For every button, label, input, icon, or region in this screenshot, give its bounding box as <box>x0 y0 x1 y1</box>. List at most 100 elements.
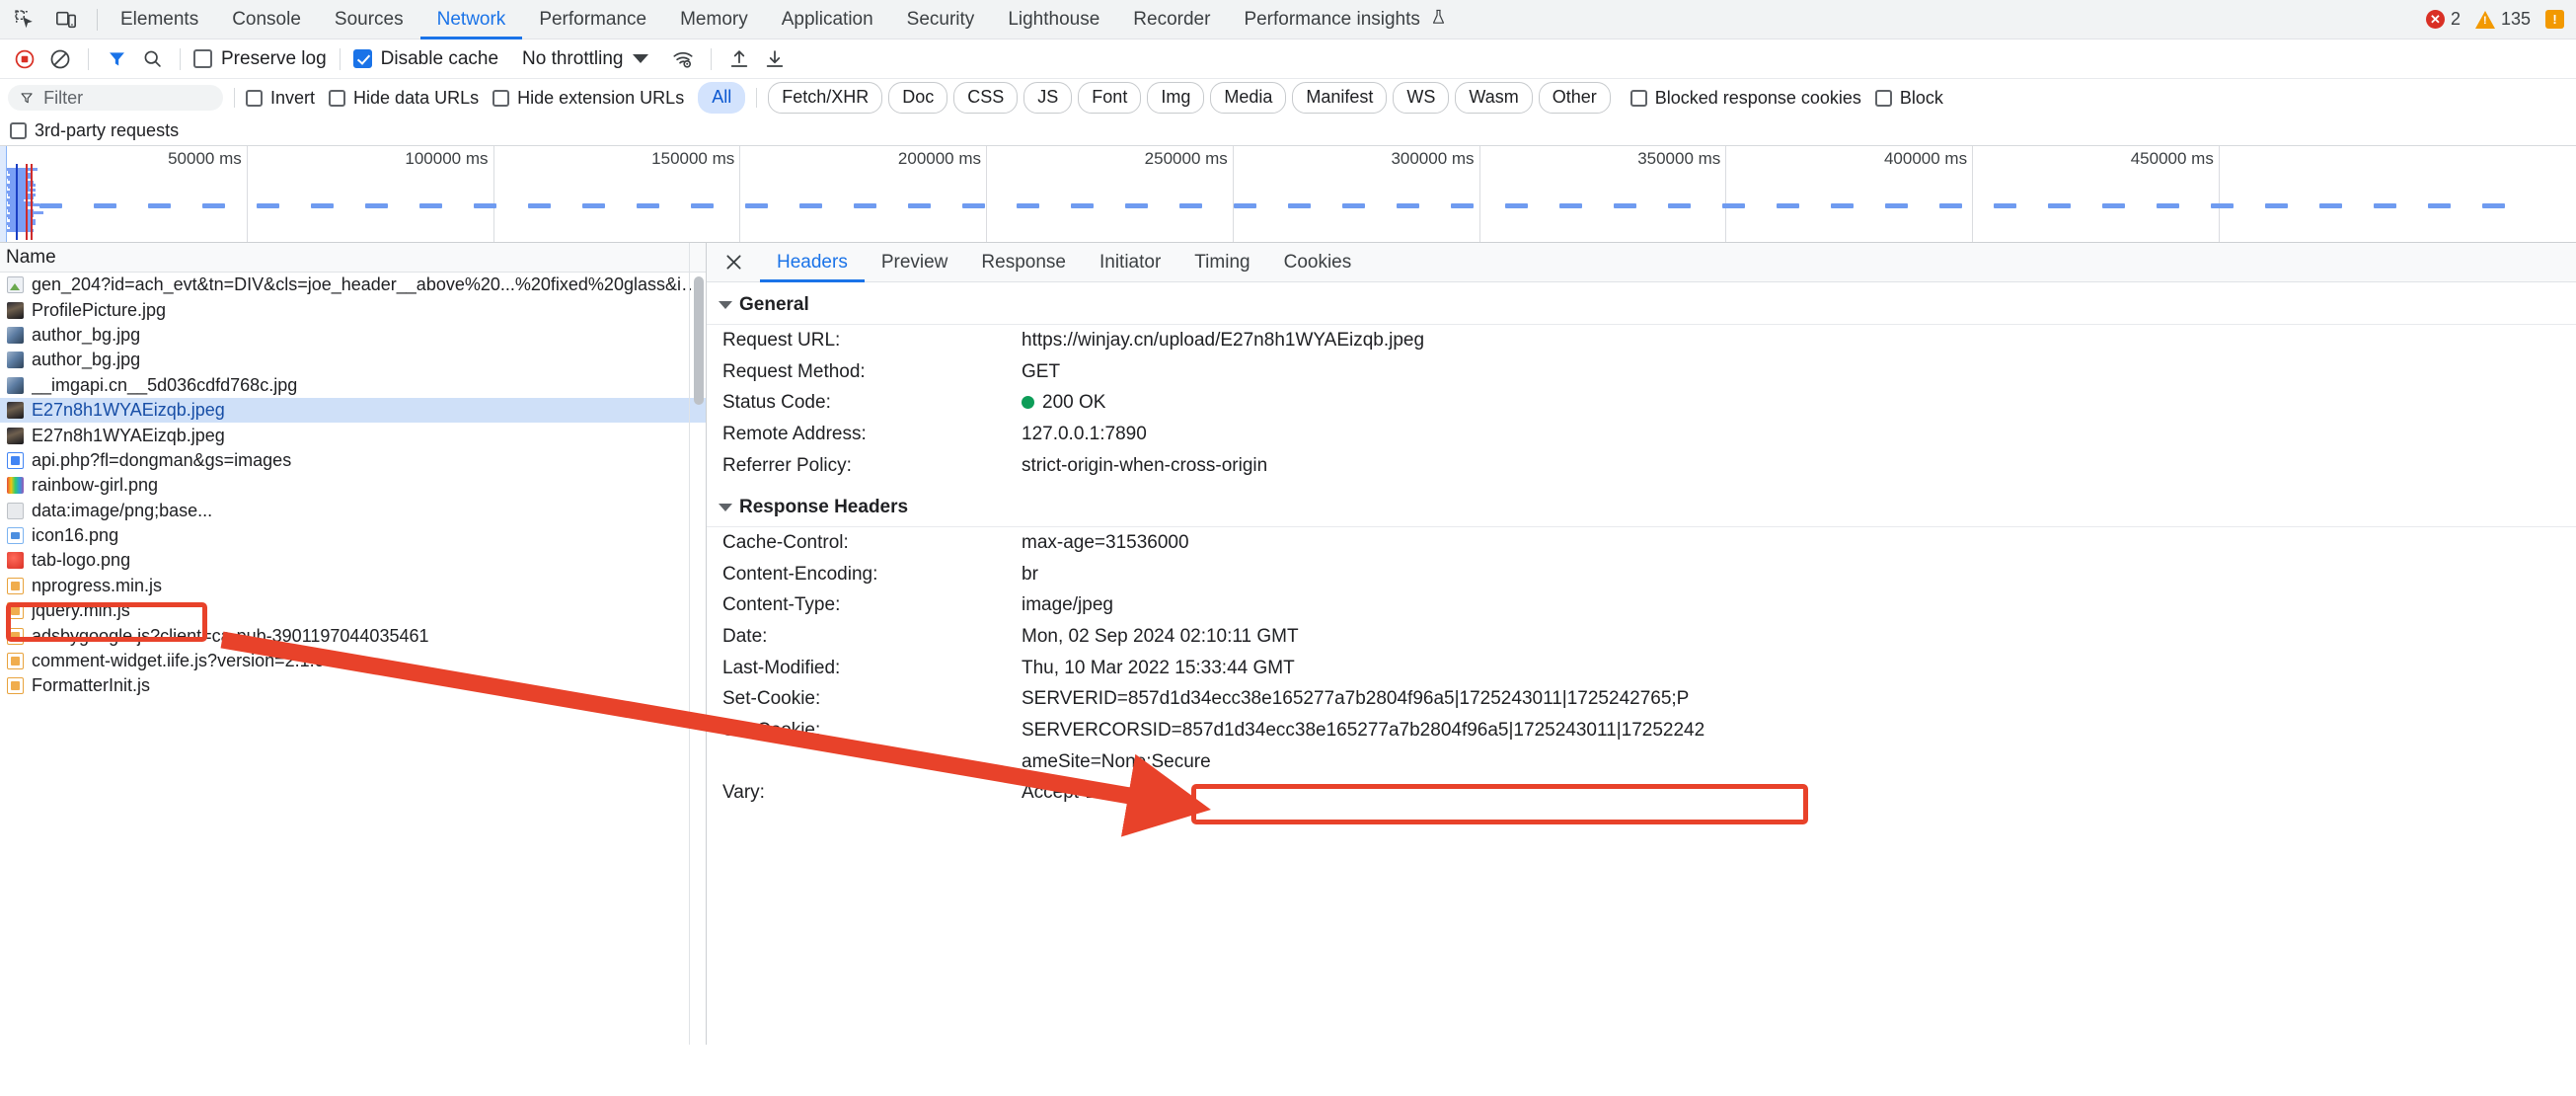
detail-tab-headers[interactable]: Headers <box>760 243 865 282</box>
request-row[interactable]: jquery.min.js <box>0 598 706 623</box>
request-name-label: jquery.min.js <box>32 600 130 621</box>
request-row[interactable]: rainbow-girl.png <box>0 473 706 498</box>
request-row[interactable]: __imgapi.cn__5d036cdfd768c.jpg <box>0 373 706 398</box>
general-header-value: strict-origin-when-cross-origin <box>1022 454 1268 476</box>
tab-application[interactable]: Application <box>765 0 890 39</box>
filter-pill-js[interactable]: JS <box>1023 82 1073 114</box>
response-headers-section-header[interactable]: Response Headers <box>707 489 2576 528</box>
detail-tab-cookies[interactable]: Cookies <box>1267 243 1369 282</box>
filter-pill-wasm[interactable]: Wasm <box>1455 82 1533 114</box>
tab-memory[interactable]: Memory <box>663 0 765 39</box>
request-row[interactable]: ProfilePicture.jpg <box>0 297 706 322</box>
invert-label: Invert <box>270 87 316 108</box>
request-row[interactable]: E27n8h1WYAEizqb.jpeg <box>0 423 706 447</box>
overview-dash-segment <box>311 203 334 208</box>
blocked-response-cookies-checkbox[interactable]: Blocked response cookies <box>1629 88 1861 109</box>
preserve-log-checkbox[interactable]: Preserve log <box>191 48 329 70</box>
issues-badge[interactable]: ! <box>2541 8 2568 31</box>
network-conditions-button[interactable] <box>666 44 700 74</box>
hide-extension-urls-checkbox[interactable]: Hide extension URLs <box>492 88 684 109</box>
filter-pill-all[interactable]: All <box>698 82 746 114</box>
general-header-key: Request URL: <box>722 330 841 351</box>
inspect-element-icon[interactable] <box>6 3 43 37</box>
general-header-key: Remote Address: <box>722 423 867 444</box>
filter-input-wrapper[interactable] <box>8 85 223 111</box>
third-party-requests-checkbox[interactable]: 3rd-party requests <box>10 120 179 141</box>
request-row[interactable]: icon16.png <box>0 523 706 548</box>
request-row[interactable]: data:image/png;base... <box>0 499 706 523</box>
warning-count-badge[interactable]: 135 <box>2471 7 2535 32</box>
response-header-key: Last-Modified: <box>722 657 841 678</box>
filter-pill-media[interactable]: Media <box>1210 82 1287 114</box>
load-event-marker-2 <box>31 164 33 240</box>
clear-button[interactable] <box>43 44 77 74</box>
overview-dash-segment <box>148 203 171 208</box>
response-rows-container: Cache-Control: max-age=31536000 Content-En… <box>707 527 2576 809</box>
tab-network[interactable]: Network <box>419 0 523 39</box>
overview-tick-label: 150000 ms <box>651 149 735 168</box>
device-toolbar-icon[interactable] <box>47 3 85 37</box>
filter-pill-fetch-xhr[interactable]: Fetch/XHR <box>768 82 883 114</box>
tab-elements[interactable]: Elements <box>104 0 215 39</box>
request-row[interactable]: author_bg.jpg <box>0 323 706 348</box>
tab-security[interactable]: Security <box>890 0 992 39</box>
request-row[interactable]: author_bg.jpg <box>0 348 706 372</box>
devtools-tab-bar: Elements Console Sources Network Perform… <box>0 0 2576 39</box>
response-header-row: Cache-Control: max-age=31536000 <box>707 527 2576 559</box>
filter-pill-img[interactable]: Img <box>1147 82 1205 114</box>
detail-tab-timing[interactable]: Timing <box>1177 243 1266 282</box>
overview-tick-label: 250000 ms <box>1144 149 1228 168</box>
filter-toggle-button[interactable] <box>100 44 133 74</box>
request-row[interactable]: nprogress.min.js <box>0 574 706 598</box>
throttling-dropdown[interactable]: No throttling <box>514 45 656 73</box>
issue-icon: ! <box>2545 10 2564 29</box>
tab-console-label: Console <box>232 8 301 30</box>
import-har-button[interactable] <box>722 44 756 74</box>
tabbar-status-group: ✕ 2 135 ! <box>2422 7 2576 32</box>
overview-dash-segment <box>2157 203 2179 208</box>
request-list-scrollbar[interactable] <box>694 276 704 405</box>
filter-pill-font[interactable]: Font <box>1078 82 1142 114</box>
resource-type-icon <box>7 477 24 495</box>
record-button[interactable] <box>8 44 41 74</box>
tab-performance[interactable]: Performance <box>522 0 663 39</box>
request-row[interactable]: comment-widget.iife.js?version=2.1.0 <box>0 649 706 673</box>
blocked-requests-checkbox[interactable]: Block <box>1874 88 1943 109</box>
tab-sources[interactable]: Sources <box>318 0 420 39</box>
detail-tab-response[interactable]: Response <box>964 243 1083 282</box>
request-row[interactable]: adsbygoogle.js?client=ca-pub-39011970440… <box>0 623 706 648</box>
search-button[interactable] <box>135 44 169 74</box>
request-row[interactable]: FormatterInit.js <box>0 673 706 698</box>
detail-tab-initiator-label: Initiator <box>1099 251 1162 273</box>
flask-glyph <box>1432 9 1444 24</box>
resource-type-icon <box>7 402 24 420</box>
hide-data-urls-checkbox[interactable]: Hide data URLs <box>329 88 479 109</box>
tab-recorder[interactable]: Recorder <box>1116 0 1227 39</box>
filter-pill-ws[interactable]: WS <box>1393 82 1450 114</box>
request-list-header[interactable]: Name <box>0 243 706 273</box>
resource-type-icon <box>7 627 24 645</box>
export-har-button[interactable] <box>758 44 792 74</box>
request-row[interactable]: E27n8h1WYAEizqb.jpeg <box>0 397 706 424</box>
request-row[interactable]: api.php?fl=dongman&gs=images <box>0 448 706 473</box>
detail-tab-initiator[interactable]: Initiator <box>1083 243 1177 282</box>
invert-checkbox[interactable]: Invert <box>246 88 315 109</box>
general-section-header[interactable]: General <box>707 286 2576 325</box>
close-icon[interactable] <box>717 246 750 279</box>
network-overview-timeline[interactable]: 50000 ms 100000 ms 150000 ms 200000 ms 25000… <box>0 146 2576 243</box>
tab-lighthouse[interactable]: Lighthouse <box>991 0 1116 39</box>
filter-pill-other[interactable]: Other <box>1538 82 1611 114</box>
filter-input[interactable] <box>41 86 211 110</box>
request-row[interactable]: gen_204?id=ach_evt&tn=DIV&cls=joe_header… <box>0 273 706 297</box>
detail-tab-preview[interactable]: Preview <box>865 243 965 282</box>
overview-selection-handle[interactable] <box>0 146 7 242</box>
filter-pill-css[interactable]: CSS <box>953 82 1019 114</box>
overview-dash-segment <box>1994 203 2016 208</box>
tab-console[interactable]: Console <box>215 0 318 39</box>
tab-performance-insights[interactable]: Performance insights <box>1227 0 1463 39</box>
filter-pill-doc[interactable]: Doc <box>888 82 948 114</box>
filter-pill-manifest[interactable]: Manifest <box>1292 82 1388 114</box>
disable-cache-checkbox[interactable]: Disable cache <box>351 48 500 70</box>
error-count-badge[interactable]: ✕ 2 <box>2422 7 2464 32</box>
request-row[interactable]: tab-logo.png <box>0 548 706 573</box>
